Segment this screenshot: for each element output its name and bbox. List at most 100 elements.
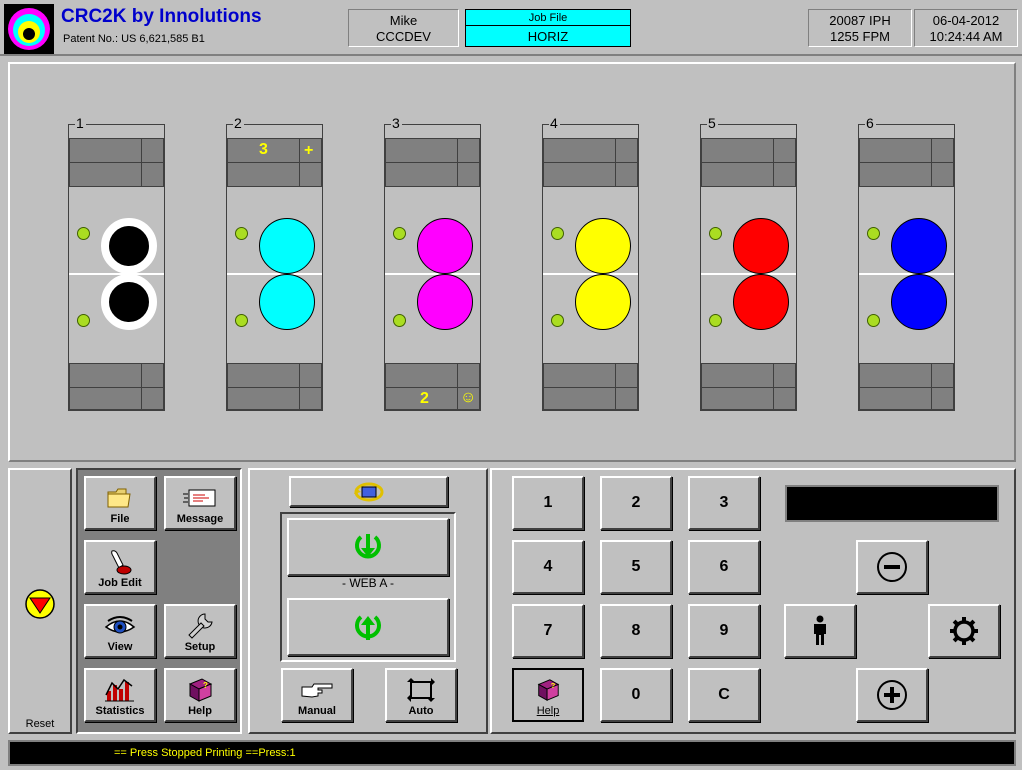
sync-button[interactable] xyxy=(289,476,448,507)
print-unit[interactable] xyxy=(858,124,955,411)
job-file-label: Job File xyxy=(466,10,630,26)
setup-button[interactable]: Setup xyxy=(164,604,236,658)
print-unit[interactable]: 3 + xyxy=(226,124,323,411)
bottom-control-block[interactable] xyxy=(701,363,774,388)
operator-button[interactable] xyxy=(784,604,856,658)
key-6[interactable]: 6 xyxy=(688,540,760,594)
bottom-control-block[interactable] xyxy=(701,387,774,410)
web-up-button[interactable] xyxy=(287,598,449,656)
minus-icon xyxy=(877,552,907,582)
bottom-control-block[interactable] xyxy=(227,387,300,410)
view-button[interactable]: View xyxy=(84,604,156,658)
keypad-help-button[interactable]: ? Help xyxy=(512,668,584,722)
help-button[interactable]: ? Help xyxy=(164,668,236,722)
decrement-button[interactable] xyxy=(856,540,928,594)
top-control-block[interactable] xyxy=(543,162,616,187)
top-control-block[interactable] xyxy=(227,162,300,187)
keypad-help-label: Help xyxy=(536,705,560,717)
top-control-block[interactable] xyxy=(615,162,638,187)
status-led xyxy=(867,314,880,327)
statistics-button[interactable]: Statistics xyxy=(84,668,156,722)
print-unit[interactable] xyxy=(542,124,639,411)
top-control-block[interactable] xyxy=(141,162,164,187)
top-control-block[interactable] xyxy=(543,138,616,163)
unit-number: 4 xyxy=(549,115,560,131)
top-control-block[interactable] xyxy=(141,138,164,163)
top-ink-roller xyxy=(101,218,157,274)
key-7[interactable]: 7 xyxy=(512,604,584,658)
top-ink-roller xyxy=(733,218,789,274)
bottom-control-block[interactable] xyxy=(69,387,142,410)
bottom-control-block[interactable] xyxy=(859,387,932,410)
message-button[interactable]: Message xyxy=(164,476,236,530)
top-control-block[interactable] xyxy=(931,162,954,187)
top-control-block[interactable] xyxy=(385,162,458,187)
manual-button[interactable]: Manual xyxy=(281,668,353,722)
top-control-block[interactable] xyxy=(385,138,458,163)
key-3[interactable]: 3 xyxy=(688,476,760,530)
top-control-block[interactable] xyxy=(457,162,480,187)
top-ink-roller xyxy=(891,218,947,274)
host-name: CCCDEV xyxy=(376,29,431,44)
job-edit-button[interactable]: Job Edit xyxy=(84,540,156,594)
file-button[interactable]: File xyxy=(84,476,156,530)
status-led xyxy=(709,314,722,327)
top-control-block[interactable] xyxy=(69,162,142,187)
bottom-control-block[interactable] xyxy=(615,363,638,388)
bottom-control-block[interactable] xyxy=(931,387,954,410)
bottom-control-block[interactable] xyxy=(543,387,616,410)
bottom-control-block[interactable] xyxy=(773,387,796,410)
top-control-block[interactable] xyxy=(615,138,638,163)
bottom-control-block[interactable] xyxy=(457,363,480,388)
print-unit[interactable] xyxy=(68,124,165,411)
key-2[interactable]: 2 xyxy=(600,476,672,530)
key-9[interactable]: 9 xyxy=(688,604,760,658)
person-icon xyxy=(814,615,826,645)
gear-icon xyxy=(950,617,978,645)
key-4[interactable]: 4 xyxy=(512,540,584,594)
bottom-control-block[interactable] xyxy=(543,363,616,388)
bottom-control-block[interactable] xyxy=(299,363,322,388)
top-control-block[interactable] xyxy=(773,162,796,187)
date-value: 06-04-2012 xyxy=(932,13,1000,28)
increment-button[interactable] xyxy=(856,668,928,722)
bottom-control-block[interactable] xyxy=(385,363,458,388)
settings-button[interactable] xyxy=(928,604,1000,658)
bottom-control-block[interactable] xyxy=(615,387,638,410)
key-8[interactable]: 8 xyxy=(600,604,672,658)
plus-indicator-icon: + xyxy=(304,142,314,159)
top-control-block[interactable] xyxy=(457,138,480,163)
bottom-control-block[interactable] xyxy=(141,363,164,388)
bottom-control-block[interactable] xyxy=(69,363,142,388)
bottom-control-block[interactable] xyxy=(773,363,796,388)
bottom-ink-roller xyxy=(417,274,473,330)
bottom-control-block[interactable] xyxy=(227,363,300,388)
top-control-block[interactable] xyxy=(701,162,774,187)
print-unit[interactable]: 2 ☺ xyxy=(384,124,481,411)
bottom-control-block[interactable] xyxy=(859,363,932,388)
top-control-block[interactable] xyxy=(299,162,322,187)
top-control-block[interactable] xyxy=(69,138,142,163)
top-control-block[interactable] xyxy=(701,138,774,163)
print-unit[interactable] xyxy=(700,124,797,411)
bottom-control-block[interactable] xyxy=(299,387,322,410)
web-down-button[interactable] xyxy=(287,518,449,576)
statistics-label: Statistics xyxy=(95,705,145,717)
top-control-block[interactable] xyxy=(859,138,932,163)
key-clear[interactable]: C xyxy=(688,668,760,722)
key-5[interactable]: 5 xyxy=(600,540,672,594)
file-label: File xyxy=(110,513,130,525)
reset-button[interactable]: Reset xyxy=(8,468,72,734)
key-0[interactable]: 0 xyxy=(600,668,672,722)
wrench-icon xyxy=(188,613,213,639)
top-control-block[interactable] xyxy=(773,138,796,163)
status-led xyxy=(551,227,564,240)
bottom-control-block[interactable] xyxy=(931,363,954,388)
auto-button[interactable]: Auto xyxy=(385,668,457,722)
job-file-box[interactable]: Job File HORIZ xyxy=(465,9,631,47)
bottom-control-block[interactable] xyxy=(141,387,164,410)
key-1[interactable]: 1 xyxy=(512,476,584,530)
web-path-line xyxy=(69,273,164,275)
top-control-block[interactable] xyxy=(931,138,954,163)
top-control-block[interactable] xyxy=(859,162,932,187)
